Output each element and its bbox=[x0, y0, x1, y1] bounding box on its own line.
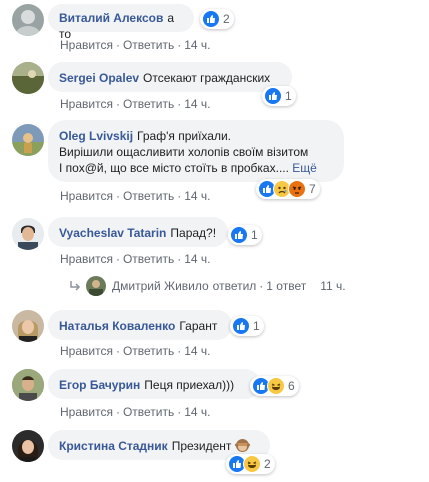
comment-actions: Нравится · Ответить · 14 ч. bbox=[60, 252, 211, 266]
reaction-summary[interactable]: 2 bbox=[200, 9, 234, 29]
reaction-count: 7 bbox=[309, 182, 316, 196]
comment-text: Парад?! bbox=[170, 226, 217, 240]
haha-reaction-icon bbox=[267, 377, 285, 395]
reaction-summary[interactable]: 7 bbox=[256, 179, 320, 199]
comment-author[interactable]: Егор Бачурин bbox=[59, 378, 140, 392]
comment-bubble: Vyacheslav Tatarin Парад?! bbox=[48, 217, 228, 247]
comment-actions: Нравится · Ответить · 14 ч. bbox=[60, 405, 211, 419]
avatar[interactable] bbox=[12, 310, 44, 342]
comment-timestamp[interactable]: 14 ч. bbox=[184, 252, 210, 266]
see-no-evil-monkey-icon bbox=[234, 438, 250, 453]
comment-text: Президент bbox=[171, 439, 232, 453]
reply-link[interactable]: Ответить bbox=[123, 38, 174, 52]
replied-label: ответил bbox=[212, 279, 257, 293]
reaction-summary[interactable]: 6 bbox=[250, 376, 299, 396]
avatar[interactable] bbox=[12, 430, 44, 462]
comment-author[interactable]: Oleg Lvivskij bbox=[59, 129, 133, 143]
reply-link[interactable]: Ответить bbox=[123, 189, 174, 203]
comment-timestamp[interactable]: 14 ч. bbox=[184, 189, 210, 203]
reaction-summary[interactable]: 1 bbox=[230, 316, 264, 336]
like-link[interactable]: Нравится bbox=[60, 38, 113, 52]
comment-text: Гарант bbox=[179, 319, 218, 333]
comment-text: Отсекают гражданских bbox=[143, 71, 271, 85]
replier-name: Дмитрий Живило bbox=[112, 279, 209, 293]
view-replies-link[interactable]: Дмитрий Живило ответил · 1 ответ 11 ч. bbox=[68, 276, 346, 296]
comment-text-line: Вирішили ощасливити холопів своїм візито… bbox=[59, 145, 309, 159]
like-reaction-icon bbox=[264, 87, 282, 105]
angry-reaction-icon bbox=[288, 180, 306, 198]
comment-text: Пеця приехал))) bbox=[144, 378, 235, 392]
comment-author[interactable]: Vyacheslav Tatarin bbox=[59, 226, 166, 240]
see-more-link[interactable]: Ещё bbox=[292, 161, 317, 175]
like-link[interactable]: Нравится bbox=[60, 405, 113, 419]
reaction-summary[interactable]: 1 bbox=[228, 225, 262, 245]
comment-author[interactable]: Наталья Коваленко bbox=[59, 319, 175, 333]
reaction-count: 1 bbox=[285, 89, 292, 103]
like-link[interactable]: Нравится bbox=[60, 252, 113, 266]
avatar[interactable] bbox=[12, 124, 44, 156]
reaction-count: 1 bbox=[253, 319, 260, 333]
reply-timestamp: 11 ч. bbox=[320, 279, 346, 293]
avatar[interactable] bbox=[12, 4, 44, 36]
like-reaction-icon bbox=[230, 226, 248, 244]
like-link[interactable]: Нравится bbox=[60, 344, 113, 358]
haha-reaction-icon bbox=[243, 455, 261, 473]
comment-bubble: Oleg Lvivskij Граф'я приїхали. Вирішили о… bbox=[48, 120, 344, 182]
comment-actions: Нравится · Ответить · 14 ч. bbox=[60, 38, 211, 52]
comment-timestamp[interactable]: 14 ч. bbox=[184, 97, 210, 111]
comment-bubble: Наталья Коваленко Гарант bbox=[48, 310, 232, 340]
reply-count: 1 ответ bbox=[266, 279, 307, 293]
avatar bbox=[86, 276, 106, 296]
reply-link[interactable]: Ответить bbox=[123, 405, 174, 419]
comment-timestamp[interactable]: 14 ч. bbox=[184, 38, 210, 52]
avatar[interactable] bbox=[12, 218, 44, 250]
comment-actions: Нравится · Ответить · 14 ч. bbox=[60, 189, 211, 203]
reaction-count: 6 bbox=[288, 379, 295, 393]
reaction-summary[interactable]: 1 bbox=[262, 86, 296, 106]
reply-link[interactable]: Ответить bbox=[123, 97, 174, 111]
comment-text-line: І пох@й, що все місто стоїть в пробках..… bbox=[59, 161, 289, 175]
comment-author[interactable]: Виталий Алексов bbox=[59, 11, 163, 25]
comment-text-line: Граф'я приїхали. bbox=[137, 129, 232, 143]
comment-bubble: Виталий Алексов а то bbox=[48, 4, 194, 41]
comment-actions: Нравится · Ответить · 14 ч. bbox=[60, 344, 211, 358]
like-link[interactable]: Нравится bbox=[60, 97, 113, 111]
reaction-count: 1 bbox=[251, 228, 258, 242]
reply-arrow-icon bbox=[68, 279, 82, 293]
comment-bubble: Егор Бачурин Пеця приехал))) bbox=[48, 369, 260, 399]
reply-link[interactable]: Ответить bbox=[123, 252, 174, 266]
comment-timestamp[interactable]: 14 ч. bbox=[184, 405, 210, 419]
avatar[interactable] bbox=[12, 62, 44, 94]
like-reaction-icon bbox=[232, 317, 250, 335]
comment-timestamp[interactable]: 14 ч. bbox=[184, 344, 210, 358]
reaction-count: 2 bbox=[264, 457, 271, 471]
reaction-count: 2 bbox=[223, 12, 230, 26]
reaction-summary[interactable]: 2 bbox=[226, 454, 275, 474]
reply-link[interactable]: Ответить bbox=[123, 344, 174, 358]
comment-actions: Нравится · Ответить · 14 ч. bbox=[60, 97, 211, 111]
like-reaction-icon bbox=[202, 10, 220, 28]
comment-bubble: Sergei Opalev Отсекают гражданских bbox=[48, 62, 292, 92]
like-link[interactable]: Нравится bbox=[60, 189, 113, 203]
comment-author[interactable]: Кристина Стадник bbox=[59, 439, 168, 453]
comment-author[interactable]: Sergei Opalev bbox=[59, 71, 139, 85]
avatar[interactable] bbox=[12, 369, 44, 401]
